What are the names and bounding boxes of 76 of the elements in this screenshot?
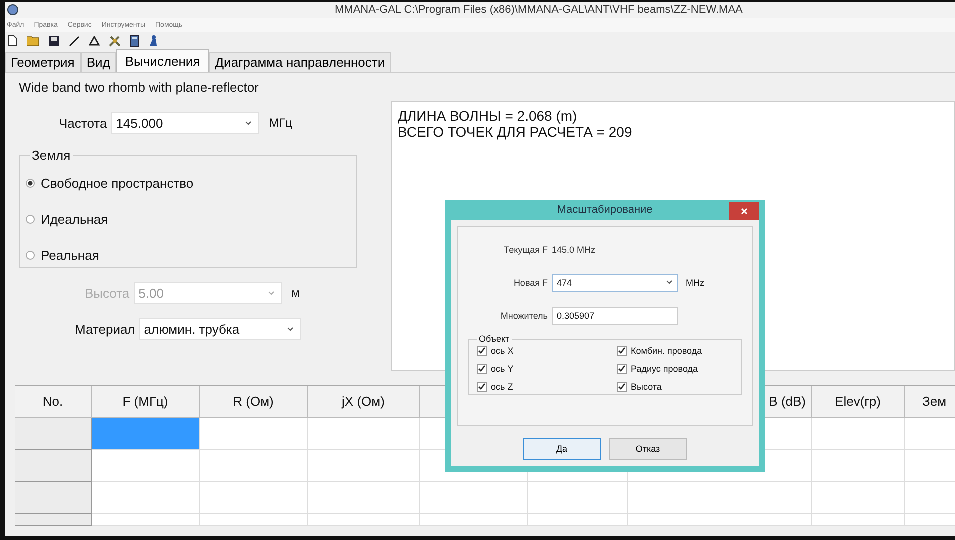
tab[interactable]: Диаграмма направленности bbox=[209, 52, 392, 72]
unit-label: м bbox=[292, 286, 300, 300]
dialog-button[interactable]: Да bbox=[523, 438, 601, 460]
radio-option[interactable]: Реальная bbox=[26, 237, 348, 273]
group-title: Объект bbox=[478, 334, 511, 344]
frequency-label: Частота bbox=[59, 116, 108, 130]
app-icon bbox=[7, 4, 19, 16]
output-line: ВСЕГО ТОЧЕК ДЛЯ РАСЧЕТА = 209 bbox=[398, 124, 634, 140]
figure-icon[interactable] bbox=[148, 35, 159, 47]
height-label: Высота bbox=[85, 286, 130, 300]
current-frequency-label: Текущая F bbox=[503, 244, 548, 254]
column-header: jX (Ом) bbox=[308, 386, 420, 418]
unit-label: МГц bbox=[269, 116, 293, 130]
checkbox[interactable] bbox=[617, 364, 627, 374]
checkbox[interactable] bbox=[477, 364, 487, 374]
tab[interactable]: Вычисления bbox=[116, 49, 210, 72]
radio-label: Свободное пространство bbox=[41, 176, 194, 190]
column-header: F (МГц) bbox=[92, 386, 200, 418]
calculator-icon[interactable] bbox=[130, 35, 139, 47]
factor-label: Множитель bbox=[500, 310, 548, 320]
checkbox-label: Комбин. провода bbox=[631, 346, 702, 356]
material-dropdown[interactable]: алюмин. трубка bbox=[139, 318, 302, 340]
tab[interactable]: Вид bbox=[80, 52, 116, 72]
checkbox[interactable] bbox=[477, 382, 487, 392]
material-label: Материал bbox=[75, 322, 136, 336]
chevron-icon bbox=[245, 120, 252, 126]
checkbox[interactable] bbox=[617, 382, 627, 392]
unit-label: MHz bbox=[686, 278, 704, 288]
antenna-name: Wide band two rhomb with plane-reflector bbox=[19, 80, 260, 97]
checkbox[interactable] bbox=[477, 346, 487, 356]
new-file-icon[interactable] bbox=[8, 35, 18, 47]
checkbox[interactable] bbox=[617, 346, 627, 356]
line-icon[interactable] bbox=[69, 36, 80, 46]
tools-icon[interactable] bbox=[109, 35, 121, 47]
tab[interactable]: Геометрия bbox=[5, 52, 81, 72]
checkbox-label: ось X bbox=[491, 346, 514, 356]
table-cell bbox=[905, 450, 955, 482]
chevron-icon bbox=[287, 326, 294, 332]
radio-button[interactable] bbox=[26, 214, 35, 224]
chevron-icon bbox=[666, 280, 673, 285]
folder-icon[interactable] bbox=[27, 36, 40, 46]
checkbox-label: ось Y bbox=[491, 364, 514, 374]
table-cell bbox=[905, 482, 955, 514]
checkbox-option[interactable]: ось X bbox=[477, 346, 617, 356]
table-cell bbox=[905, 514, 955, 526]
dialog-title: Масштабирование bbox=[557, 204, 653, 216]
dialog-button[interactable]: Отказ bbox=[609, 438, 687, 460]
factor-field[interactable]: 0.305907 bbox=[552, 306, 678, 324]
group-title: Земля bbox=[31, 148, 72, 163]
output-line: ДЛИНА ВОЛНЫ = 2.068 (m) bbox=[398, 108, 578, 124]
checkbox-option[interactable]: ось Y bbox=[477, 364, 617, 374]
new-frequency-label: Новая F bbox=[512, 278, 548, 288]
save-icon[interactable] bbox=[49, 36, 60, 46]
radio-option[interactable]: Идеальная bbox=[26, 201, 348, 237]
triangle-icon[interactable] bbox=[89, 36, 100, 46]
column-header: Elev(гр) bbox=[812, 386, 905, 418]
table-cell bbox=[905, 418, 955, 450]
chevron-icon bbox=[268, 290, 275, 296]
checkbox-label: ось Z bbox=[491, 382, 514, 392]
close-button[interactable] bbox=[729, 202, 759, 220]
checkbox-label: Радиус провода bbox=[631, 364, 698, 374]
window-title: MMANA-GAL C:\Program Files (x86)\MMANA-GAL\ANT\VHF beams\ZZ-NEW.MAA bbox=[335, 4, 743, 16]
radio-label: Идеальная bbox=[41, 212, 108, 226]
checkbox-option[interactable]: Радиус провода bbox=[617, 364, 733, 374]
frequency-dropdown[interactable]: 145.000 bbox=[111, 112, 260, 134]
checkbox-option[interactable]: Комбин. провода bbox=[617, 346, 733, 356]
radio-option[interactable]: Свободное пространство bbox=[26, 165, 348, 201]
current-frequency-value: 145.0 MHz bbox=[552, 244, 596, 254]
column-header: R (Ом) bbox=[200, 386, 308, 418]
radio-button[interactable] bbox=[26, 178, 35, 188]
column-header: No. bbox=[15, 386, 92, 418]
checkbox-option[interactable]: ось Z bbox=[477, 382, 617, 392]
radio-label: Реальная bbox=[41, 248, 100, 262]
radio-button[interactable] bbox=[26, 250, 35, 260]
close-icon bbox=[740, 208, 748, 214]
new-frequency-dropdown[interactable]: 474 bbox=[552, 274, 678, 292]
